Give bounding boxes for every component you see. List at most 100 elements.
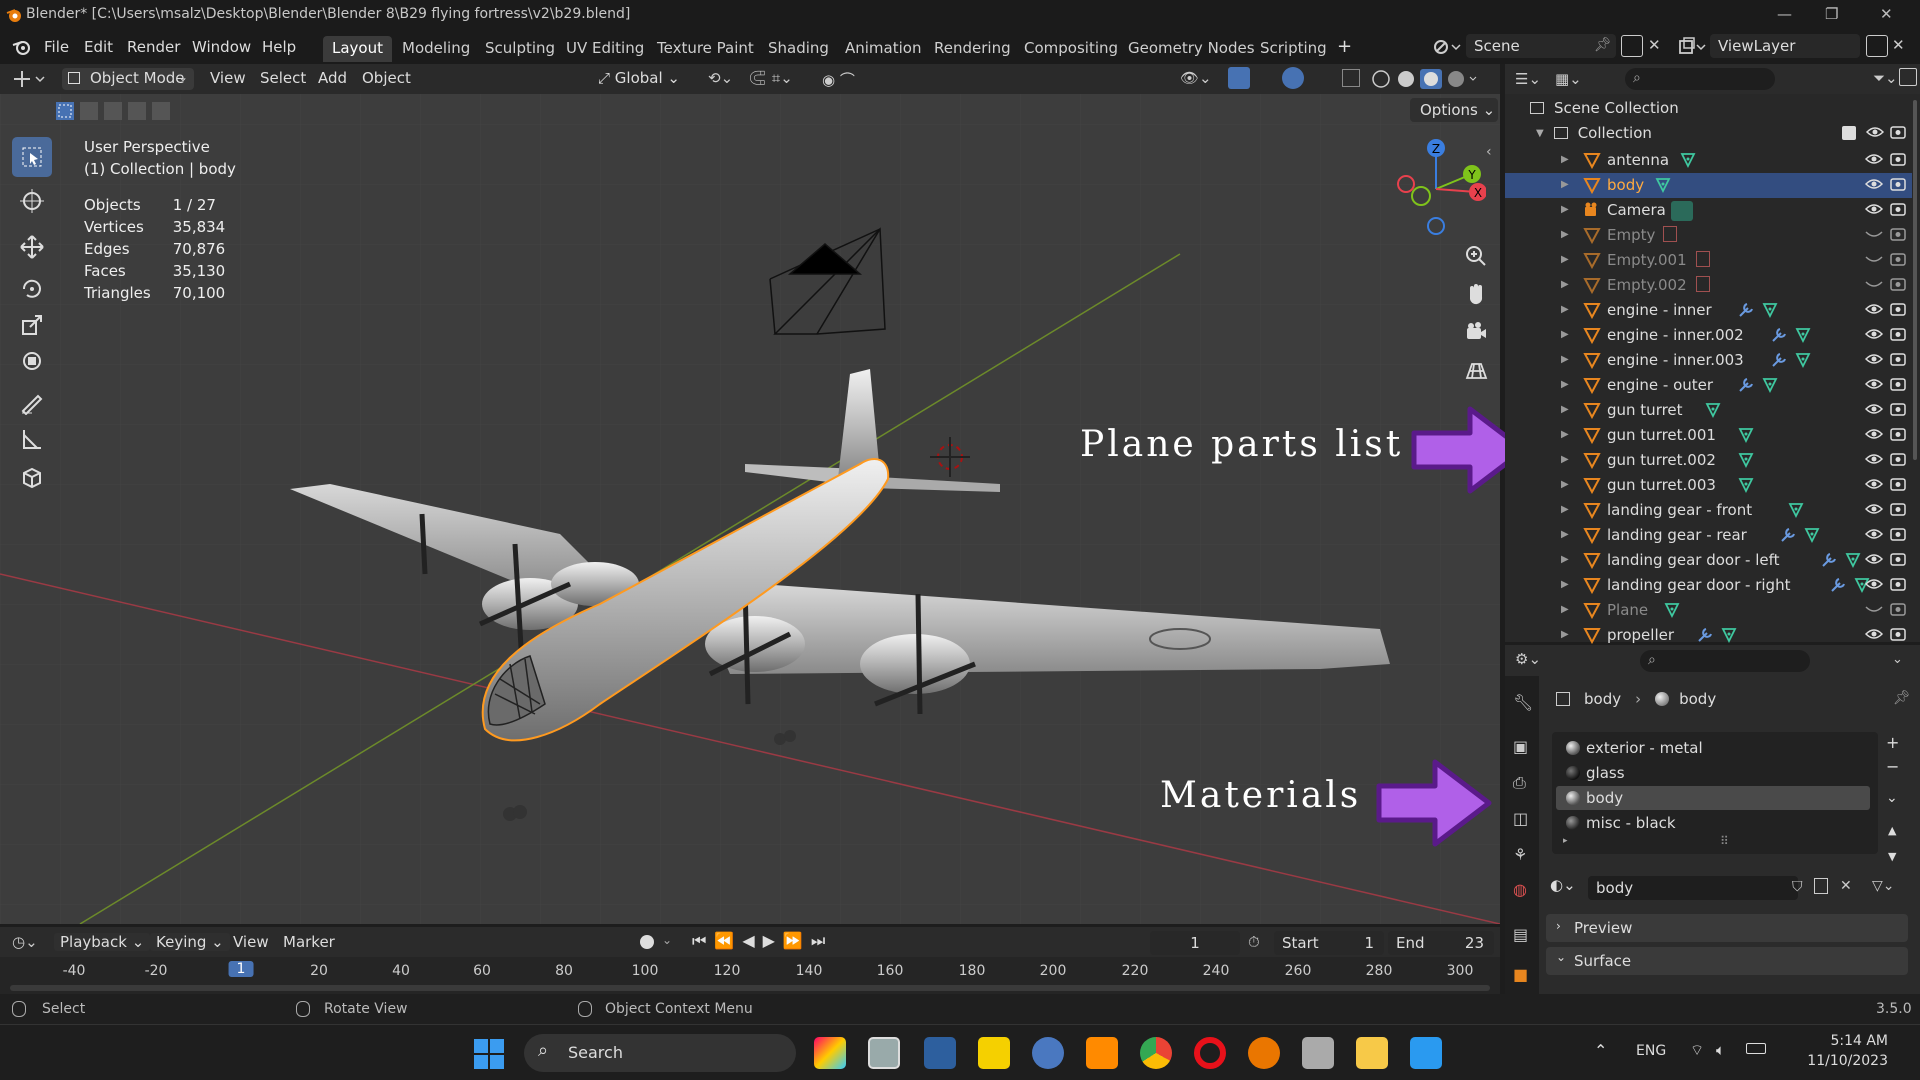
material-name-field[interactable]: body [1588,876,1798,900]
eye-icon[interactable] [1865,502,1883,516]
expand-arrow-icon[interactable]: ▶ [1561,404,1569,415]
eye-icon[interactable] [1866,125,1884,139]
wifi-icon[interactable]: ⌔ [1690,1041,1704,1060]
minimize-button[interactable]: — [1777,5,1792,23]
eye-icon[interactable] [1865,352,1883,366]
outliner-row-selected[interactable]: ▶ body [1505,173,1912,198]
camera-data-icon[interactable] [1670,201,1693,221]
render-camera-icon[interactable] [1890,577,1906,591]
tab-shading[interactable]: Shading [759,36,838,62]
world-tab-icon[interactable]: ◍ [1513,880,1527,899]
properties-editor-type-icon[interactable]: ⚙⌄ [1515,650,1541,668]
task-view-icon[interactable] [868,1037,900,1069]
measure-tool[interactable] [12,419,52,459]
render-camera-icon[interactable] [1890,627,1906,641]
tab-texture-paint[interactable]: Texture Paint [648,36,763,62]
render-camera-icon[interactable] [1890,302,1906,316]
eye-icon[interactable] [1865,177,1883,191]
expand-arrow-icon[interactable]: ▶ [1561,379,1569,390]
shading-modes[interactable] [1370,68,1480,90]
expand-arrow-icon[interactable]: ▶ [1561,354,1569,365]
new-scene-icon[interactable] [1621,35,1643,57]
select-box-tool[interactable] [12,137,52,177]
menu-playback[interactable]: Playback ⌄ [54,933,151,951]
modifier-wrench-icon[interactable] [1829,576,1847,594]
delete-scene-icon[interactable]: ✕ [1648,36,1661,54]
mesh-data-icon[interactable] [1844,551,1862,569]
gizmo-toggle-icon[interactable] [1228,67,1250,89]
collection-tab-icon[interactable]: ▤ [1513,925,1528,944]
outliner-row[interactable]: ▶ engine - outer [1505,373,1912,398]
outliner-row[interactable]: ▶ Camera [1505,198,1912,223]
duplicate-material-icon[interactable] [1814,878,1828,894]
move-slot-down-button[interactable]: ▼ [1888,850,1896,863]
outliner-scrollbar[interactable] [1913,100,1917,460]
sublime-app-icon[interactable] [1086,1037,1118,1069]
volume-icon[interactable]: 🔈︎ [1716,1041,1725,1059]
transform-orientation[interactable]: ⤢ Global ⌄ [598,69,680,87]
start-frame-field[interactable]: Start 1 [1274,931,1384,955]
modifier-wrench-icon[interactable] [1779,526,1797,544]
mesh-data-icon[interactable] [1761,301,1779,319]
modifier-wrench-icon[interactable] [1820,551,1838,569]
outliner-row[interactable]: ▶ landing gear - rear [1505,523,1912,548]
playback-controls[interactable]: ⏮⏪◀▶⏩⏭ [692,931,833,951]
outliner-row[interactable]: ▶ Plane [1505,598,1912,623]
eye-icon[interactable] [1865,152,1883,166]
mode-selector[interactable]: Object Mode ⌄ [62,68,194,90]
outliner-editor-type-icon[interactable]: ☰⌄ [1515,70,1541,88]
view-layer-field[interactable]: ViewLayer [1710,34,1860,58]
expand-arrow-icon[interactable]: ▶ [1561,204,1569,215]
sticky-notes-app-icon[interactable] [978,1037,1010,1069]
expand-arrow-icon[interactable]: ▶ [1561,279,1569,290]
expand-arrow-icon[interactable]: ▶ [1561,504,1569,515]
transform-tool[interactable] [12,341,52,381]
collapse-arrow-icon[interactable]: ‹ [1486,144,1492,160]
paint-app-icon[interactable] [1410,1037,1442,1069]
overlay-toggle-icon[interactable] [1282,67,1304,89]
render-camera-icon[interactable] [1890,277,1906,291]
outliner-row[interactable]: ▶ Empty.001 [1505,248,1912,273]
expand-arrow-icon[interactable]: ▶ [1561,179,1569,190]
outliner-row[interactable]: ▶ gun turret.003 [1505,473,1912,498]
eye-icon[interactable] [1865,302,1883,316]
copilot-app-icon[interactable] [814,1037,846,1069]
render-camera-icon[interactable] [1890,402,1906,416]
xray-icon[interactable] [1342,69,1360,87]
expand-arrow-icon[interactable]: ▶ [1561,604,1569,615]
surface-section[interactable]: ⌄ Surface [1546,947,1908,975]
scene-selector-icon[interactable] [1432,36,1462,60]
expand-arrow-icon[interactable]: ▶ [1561,454,1569,465]
eye-icon[interactable] [1865,402,1883,416]
render-camera-icon[interactable] [1890,252,1906,266]
cursor-tool[interactable] [12,181,52,221]
unlink-material-icon[interactable]: ✕ [1840,878,1852,894]
eye-icon[interactable] [1865,527,1883,541]
expand-arrow-icon[interactable]: ▶ [1561,229,1569,240]
selection-mode-icons[interactable] [54,100,174,122]
expand-arrow-icon[interactable]: ▶ [1561,429,1569,440]
menu-help[interactable]: Help [262,38,296,56]
eye-icon[interactable] [1865,427,1883,441]
mesh-data-icon[interactable] [1803,526,1821,544]
move-slot-up-button[interactable]: ▲ [1888,824,1896,837]
pin-icon[interactable]: 📌︎ [1893,690,1911,706]
render-camera-icon[interactable] [1890,177,1906,191]
slot-specials-button[interactable]: ⌄ [1886,790,1898,806]
link-mode-icon[interactable]: ▽⌄ [1872,878,1895,894]
blender-menu-icon[interactable] [12,38,32,56]
render-camera-icon[interactable] [1890,477,1906,491]
pan-hand-icon[interactable] [1464,282,1488,306]
photos-app-icon[interactable] [1302,1037,1334,1069]
outliner-row[interactable]: ▶ engine - inner [1505,298,1912,323]
eye-icon[interactable] [1865,627,1883,641]
render-camera-icon[interactable] [1890,327,1906,341]
mesh-data-icon[interactable] [1737,451,1755,469]
calculator-app-icon[interactable] [924,1037,956,1069]
hidden-eye-icon[interactable] [1865,277,1883,291]
menu-marker[interactable]: Marker [283,933,335,951]
chevron-down-icon[interactable]: ⌄ [1892,652,1903,667]
expand-arrow-icon[interactable]: ▶ [1561,554,1569,565]
menu-file[interactable]: File [44,38,69,56]
eye-icon[interactable] [1865,577,1883,591]
